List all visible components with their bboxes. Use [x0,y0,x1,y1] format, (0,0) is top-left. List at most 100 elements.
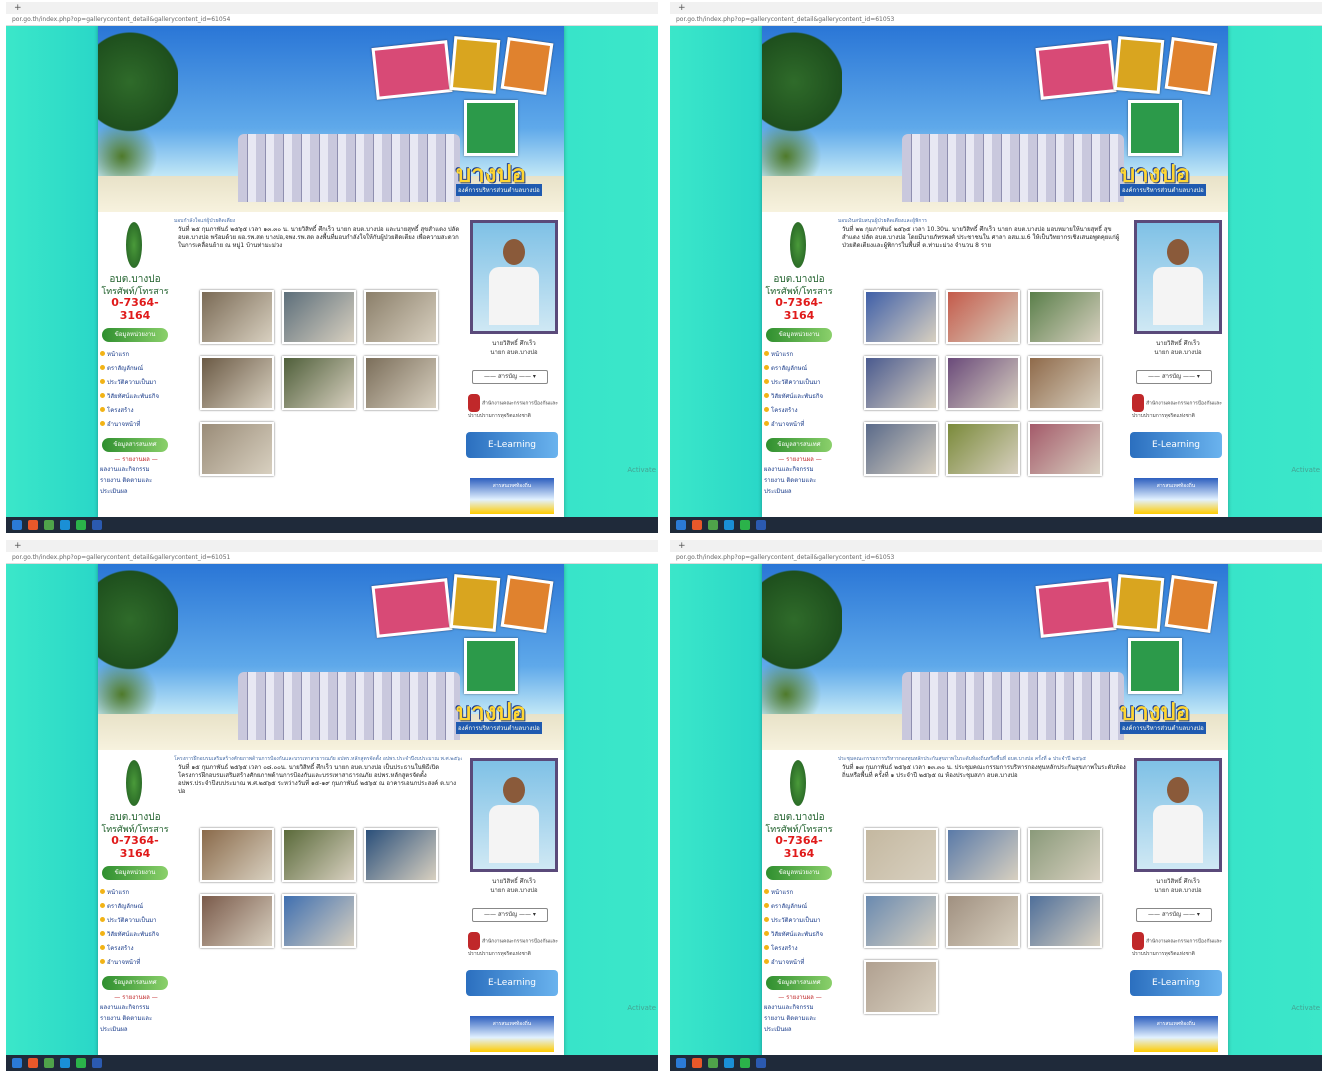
gallery-thumbnail[interactable] [200,356,274,410]
gallery-thumbnail[interactable] [864,290,938,344]
gallery-thumbnail[interactable] [282,356,356,410]
elearning-banner[interactable]: E-Learning [466,432,558,458]
sidebar-item-vision[interactable]: วิสัยทัศน์และพันธกิจ [764,390,836,404]
line-app-icon[interactable] [740,1058,750,1068]
gallery-thumbnail[interactable] [200,828,274,882]
firefox-icon[interactable] [28,1058,38,1068]
address-bar[interactable]: por.go.th/index.php?op=gallerycontent_de… [6,552,658,564]
sidebar-item-evaluation[interactable]: รายงาน ติดตามและประเมินผล [764,1013,836,1035]
edge-alt-icon[interactable] [724,520,734,530]
sidebar-item-structure[interactable]: โครงสร้าง [100,404,172,418]
elearning-banner[interactable]: E-Learning [1130,432,1222,458]
gallery-thumbnail[interactable] [946,894,1020,948]
chrome-icon[interactable] [708,1058,718,1068]
nacc-banner[interactable]: สำนักงานคณะกรรมการป้องกันและปราบปรามการท… [1132,394,1222,422]
nacc-banner[interactable]: สำนักงานคณะกรรมการป้องกันและปราบปรามการท… [468,932,558,960]
edge-alt-icon[interactable] [60,1058,70,1068]
line-app-icon[interactable] [740,520,750,530]
elearning-banner[interactable]: E-Learning [1130,970,1222,996]
gallery-thumbnail[interactable] [864,356,938,410]
gallery-thumbnail[interactable] [364,290,438,344]
contents-select[interactable]: —— สารบัญ —— ▾ [472,908,548,922]
firefox-icon[interactable] [692,520,702,530]
breadcrumb[interactable]: มอบเงินสนับสนุนผู้ป่วยติดเตียงและผู้พิกา… [838,216,1126,226]
word-icon[interactable] [756,520,766,530]
promo-banner[interactable]: สารสนเทศท้องถิ่น [470,1016,554,1052]
chrome-icon[interactable] [708,520,718,530]
word-icon[interactable] [756,1058,766,1068]
edge-icon[interactable] [676,520,686,530]
line-app-icon[interactable] [76,1058,86,1068]
sidebar-item-emblem[interactable]: ตราสัญลักษณ์ [764,900,836,914]
gallery-thumbnail[interactable] [364,828,438,882]
nacc-banner[interactable]: สำนักงานคณะกรรมการป้องกันและปราบปรามการท… [1132,932,1222,960]
contents-select[interactable]: —— สารบัญ —— ▾ [1136,370,1212,384]
sidebar-item-structure[interactable]: โครงสร้าง [764,404,836,418]
sidebar-item-authority[interactable]: อำนาจหน้าที่ [100,418,172,432]
sidebar-item-evaluation[interactable]: รายงาน ติดตามและประเมินผล [100,475,172,497]
edge-alt-icon[interactable] [60,520,70,530]
new-tab-button[interactable]: + [6,540,658,552]
gallery-thumbnail[interactable] [946,422,1020,476]
contents-select[interactable]: —— สารบัญ —— ▾ [472,370,548,384]
gallery-thumbnail[interactable] [200,422,274,476]
gallery-thumbnail[interactable] [200,894,274,948]
address-bar[interactable]: por.go.th/index.php?op=gallerycontent_de… [670,14,1322,26]
gallery-thumbnail[interactable] [200,290,274,344]
sidebar-item-authority[interactable]: อำนาจหน้าที่ [764,956,836,970]
gallery-thumbnail[interactable] [1028,290,1102,344]
nacc-banner[interactable]: สำนักงานคณะกรรมการป้องกันและปราบปรามการท… [468,394,558,422]
sidebar-item-activities[interactable]: ผลงานและกิจกรรม [764,464,836,475]
breadcrumb[interactable]: โครงการฝึกอบรมเสริมสร้างศักยภาพด้านการป้… [174,754,462,764]
gallery-thumbnail[interactable] [1028,828,1102,882]
sidebar-item-history[interactable]: ประวัติความเป็นมา [764,914,836,928]
gallery-thumbnail[interactable] [364,356,438,410]
sidebar-item-emblem[interactable]: ตราสัญลักษณ์ [100,900,172,914]
promo-banner[interactable]: สารสนเทศท้องถิ่น [1134,1016,1218,1052]
sidebar-item-activities[interactable]: ผลงานและกิจกรรม [100,1002,172,1013]
word-icon[interactable] [92,520,102,530]
word-icon[interactable] [92,1058,102,1068]
gallery-thumbnail[interactable] [282,828,356,882]
edge-icon[interactable] [12,1058,22,1068]
sidebar-item-history[interactable]: ประวัติความเป็นมา [100,914,172,928]
breadcrumb[interactable]: ประชุมคณะกรรมการบริหารกองทุนหลักประกันสุ… [838,754,1126,764]
new-tab-button[interactable]: + [670,2,1322,14]
gallery-thumbnail[interactable] [1028,356,1102,410]
sidebar-item-activities[interactable]: ผลงานและกิจกรรม [100,464,172,475]
sidebar-item-vision[interactable]: วิสัยทัศน์และพันธกิจ [100,928,172,942]
elearning-banner[interactable]: E-Learning [466,970,558,996]
new-tab-button[interactable]: + [670,540,1322,552]
gallery-thumbnail[interactable] [946,356,1020,410]
sidebar-item-structure[interactable]: โครงสร้าง [764,942,836,956]
sidebar-item-evaluation[interactable]: รายงาน ติดตามและประเมินผล [100,1013,172,1035]
new-tab-button[interactable]: + [6,2,658,14]
edge-alt-icon[interactable] [724,1058,734,1068]
sidebar-item-vision[interactable]: วิสัยทัศน์และพันธกิจ [100,390,172,404]
gallery-thumbnail[interactable] [946,828,1020,882]
sidebar-item-structure[interactable]: โครงสร้าง [100,942,172,956]
chrome-icon[interactable] [44,520,54,530]
gallery-thumbnail[interactable] [946,290,1020,344]
gallery-thumbnail[interactable] [1028,894,1102,948]
firefox-icon[interactable] [28,520,38,530]
sidebar-item-home[interactable]: หน้าแรก [100,348,172,362]
breadcrumb[interactable]: มอบกำลังใจแก่ผู้ป่วยติดเตียง [174,216,462,226]
gallery-thumbnail[interactable] [1028,422,1102,476]
edge-icon[interactable] [676,1058,686,1068]
gallery-thumbnail[interactable] [282,290,356,344]
sidebar-item-authority[interactable]: อำนาจหน้าที่ [764,418,836,432]
gallery-thumbnail[interactable] [864,960,938,1014]
contents-select[interactable]: —— สารบัญ —— ▾ [1136,908,1212,922]
sidebar-item-vision[interactable]: วิสัยทัศน์และพันธกิจ [764,928,836,942]
sidebar-item-home[interactable]: หน้าแรก [764,348,836,362]
sidebar-item-activities[interactable]: ผลงานและกิจกรรม [764,1002,836,1013]
gallery-thumbnail[interactable] [864,894,938,948]
sidebar-item-history[interactable]: ประวัติความเป็นมา [764,376,836,390]
sidebar-item-authority[interactable]: อำนาจหน้าที่ [100,956,172,970]
gallery-thumbnail[interactable] [864,422,938,476]
sidebar-item-history[interactable]: ประวัติความเป็นมา [100,376,172,390]
sidebar-item-evaluation[interactable]: รายงาน ติดตามและประเมินผล [764,475,836,497]
edge-icon[interactable] [12,520,22,530]
gallery-thumbnail[interactable] [282,894,356,948]
